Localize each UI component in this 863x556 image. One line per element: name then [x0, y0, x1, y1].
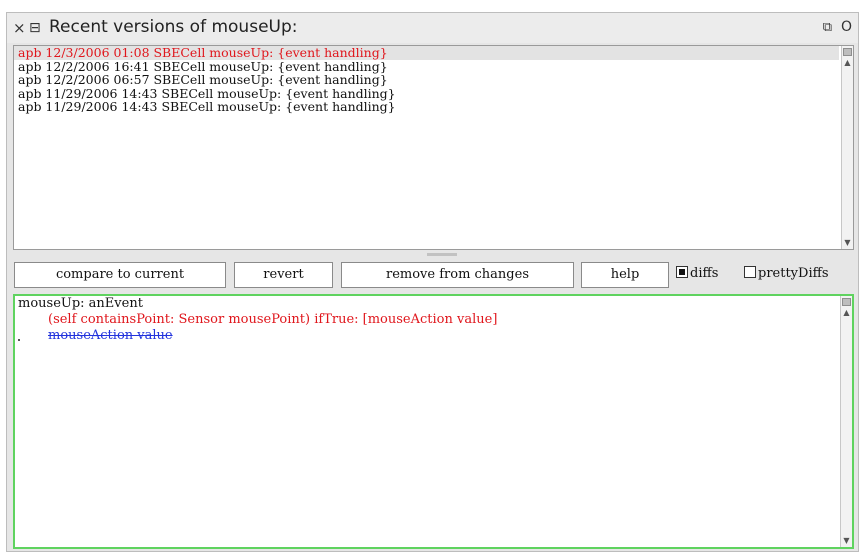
scroll-up-arrow-icon[interactable]: ▲: [842, 58, 853, 68]
compare-to-current-button[interactable]: compare to current: [14, 262, 226, 288]
diffs-checkbox[interactable]: diffs: [676, 262, 718, 288]
version-row[interactable]: apb 12/2/2006 16:41 SBECell mouseUp: {ev…: [14, 59, 839, 74]
pane-splitter[interactable]: [427, 253, 457, 256]
collapse-icon[interactable]: ⧉: [823, 20, 832, 35]
code-diff-pane[interactable]: mouseUp: anEvent (self containsPoint: Se…: [13, 294, 854, 549]
code-line-removed: mouseAction value: [48, 328, 173, 343]
scroll-down-arrow-icon[interactable]: ▼: [842, 238, 853, 248]
diffs-label: diffs: [690, 266, 719, 281]
window-menu-icon[interactable]: ⊟: [29, 20, 43, 36]
versions-scrollbar[interactable]: ▲ ▼: [841, 46, 853, 249]
code-scrollbar[interactable]: ▲ ▼: [840, 296, 852, 547]
version-row[interactable]: apb 11/29/2006 14:43 SBECell mouseUp: {e…: [14, 87, 839, 101]
version-row[interactable]: apb 11/29/2006 14:43 SBECell mouseUp: {e…: [14, 100, 839, 114]
version-row[interactable]: apb 12/2/2006 06:57 SBECell mouseUp: {ev…: [14, 73, 839, 87]
versions-list[interactable]: apb 12/3/2006 01:08 SBECell mouseUp: {ev…: [13, 45, 854, 250]
pretty-diffs-checkbox[interactable]: prettyDiffs: [744, 262, 829, 288]
checkbox-unchecked-icon[interactable]: [744, 266, 756, 278]
line-marker: [18, 339, 20, 341]
expand-icon[interactable]: O: [841, 19, 852, 35]
close-icon[interactable]: ×: [13, 20, 27, 36]
remove-from-changes-button[interactable]: remove from changes: [341, 262, 574, 288]
window-title: Recent versions of mouseUp:: [49, 17, 298, 37]
button-bar: compare to current revert remove from ch…: [7, 262, 858, 290]
version-row-selected[interactable]: apb 12/3/2006 01:08 SBECell mouseUp: {ev…: [14, 46, 839, 60]
checkbox-checked-icon[interactable]: [676, 266, 688, 278]
recent-versions-window: × ⊟ Recent versions of mouseUp: ⧉ O apb …: [6, 12, 859, 552]
code-line-selector: mouseUp: anEvent: [18, 296, 143, 311]
scroll-up-arrow-icon[interactable]: ▲: [841, 308, 852, 318]
title-bar[interactable]: × ⊟ Recent versions of mouseUp: ⧉ O: [7, 13, 858, 43]
scroll-thumb[interactable]: [842, 298, 851, 306]
scroll-thumb[interactable]: [843, 48, 852, 56]
revert-button[interactable]: revert: [234, 262, 333, 288]
help-button[interactable]: help: [581, 262, 669, 288]
scroll-down-arrow-icon[interactable]: ▼: [841, 536, 852, 546]
pretty-diffs-label: prettyDiffs: [758, 266, 829, 281]
code-line-added: (self containsPoint: Sensor mousePoint) …: [48, 312, 498, 327]
